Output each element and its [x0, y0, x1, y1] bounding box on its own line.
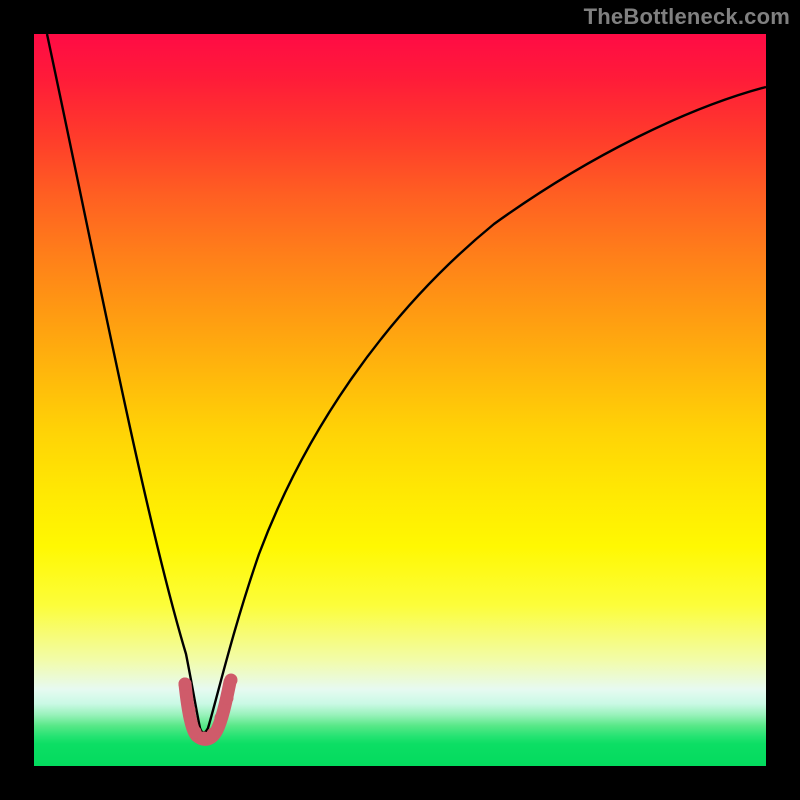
highlight-dot [225, 674, 238, 687]
bottleneck-curve [34, 34, 766, 766]
highlight-dot [215, 712, 228, 725]
highlight-dot [179, 678, 192, 691]
highlight-dot [221, 692, 234, 705]
highlight-dot [183, 704, 196, 717]
highlight-dot [207, 728, 220, 741]
curve-path [47, 34, 766, 733]
chart-frame: TheBottleneck.com [0, 0, 800, 800]
watermark-text: TheBottleneck.com [584, 4, 790, 30]
plot-area [34, 34, 766, 766]
